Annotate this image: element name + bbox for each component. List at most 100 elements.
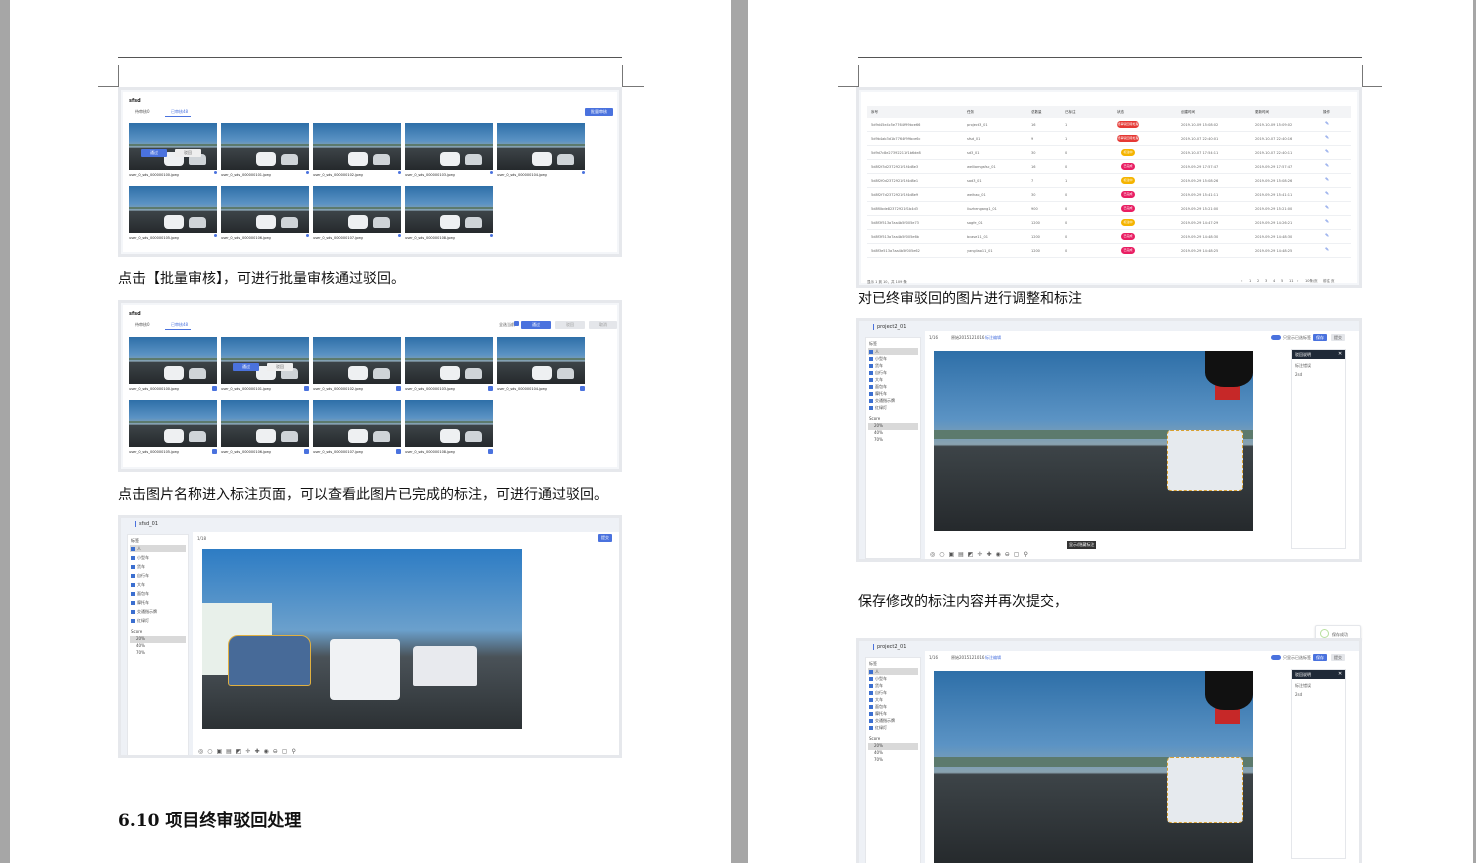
image-checkbox[interactable] [580, 386, 585, 391]
score-option[interactable]: 70% [874, 757, 883, 762]
pager-item[interactable]: 1 [1249, 279, 1251, 283]
label-item[interactable]: 红绿灯 [131, 618, 149, 624]
label-item[interactable]: 货车 [869, 683, 883, 689]
pager-item[interactable]: 3 [1265, 279, 1267, 283]
image-thumbnail[interactable]: 通过 驳回 [221, 337, 309, 384]
edit-icon[interactable]: ✎ [1325, 219, 1329, 225]
image-thumbnail[interactable] [313, 400, 401, 447]
save-button[interactable]: 保存 [1313, 334, 1327, 341]
pass-button[interactable]: 通过 [141, 149, 167, 157]
image-filename[interactable]: user_0_sds_000000104.jpeg [497, 173, 547, 177]
image-filename[interactable]: user_0_sds_000000106.jpeg [221, 236, 271, 240]
annotation-image[interactable] [934, 671, 1253, 863]
image-checkbox[interactable] [488, 449, 493, 454]
image-filename[interactable]: user_0_sds_000000107.jpeg [313, 236, 363, 240]
row-id[interactable]: 5d8f3f513a7aa4b5f005e73 [871, 221, 919, 225]
row-id[interactable]: 5d8f2f3d2372921f1f4d8e3 [871, 165, 918, 169]
image-filename[interactable]: user_0_sds_000000105.jpeg [129, 236, 179, 240]
image-filename[interactable]: user_0_sds_000000100.jpeg [129, 173, 179, 177]
label-item[interactable]: 自行车 [869, 690, 887, 696]
image-checkbox[interactable] [396, 449, 401, 454]
edit-icon[interactable]: ✎ [1325, 191, 1329, 197]
label-item[interactable]: 小型车 [869, 356, 887, 362]
score-option[interactable]: 20% [874, 743, 883, 748]
pager-item[interactable]: › [1297, 279, 1298, 283]
annotation-image[interactable] [202, 549, 522, 729]
table-row[interactable]: 5d8f2f3d2372921f1f4d8e3 welliamgsfsc_01 16… [867, 160, 1351, 174]
score-option[interactable]: 40% [874, 430, 883, 435]
label-item[interactable]: 货车 [869, 363, 883, 369]
label-item[interactable]: 红绿灯 [869, 725, 887, 731]
close-icon[interactable]: ✕ [1338, 671, 1342, 677]
label-item[interactable]: 面包车 [131, 591, 149, 597]
label-item[interactable]: 摩托车 [869, 391, 887, 397]
score-option[interactable]: 40% [874, 750, 883, 755]
image-filename[interactable]: user_0_sds_000000101.jpeg [221, 173, 271, 177]
image-thumbnail[interactable] [221, 123, 309, 170]
pager-item[interactable]: ‹ [1241, 279, 1242, 283]
annotated-car[interactable] [1166, 756, 1244, 824]
row-id[interactable]: 5d8f0bde82372921f1b4d3 [871, 207, 918, 211]
image-thumbnail[interactable] [405, 186, 493, 233]
edit-icon[interactable]: ✎ [1325, 149, 1329, 155]
table-row[interactable]: 5d9d45e4c5e7764f99bce66 project3_01 16 1 终审驳… [867, 118, 1351, 132]
pager-item[interactable]: 4 [1273, 279, 1275, 283]
label-item[interactable]: 面包车 [869, 704, 887, 710]
image-filename[interactable]: user_0_sds_000000104.jpeg [497, 387, 547, 391]
image-filename[interactable]: user_0_sds_000000108.jpeg [405, 236, 455, 240]
image-thumbnail[interactable]: 通过 驳回 [129, 123, 217, 170]
label-item[interactable]: 大车 [131, 582, 145, 588]
image-filename[interactable]: user_0_sds_000000103.jpeg [405, 387, 455, 391]
image-thumbnail[interactable] [129, 400, 217, 447]
pager-item[interactable]: 10条/页 [1305, 279, 1318, 284]
annotation-toolbar[interactable]: ◎○▣▤◩✛✚◉⊖▢⚲ [198, 748, 300, 755]
table-row[interactable]: 5d8f3f513a7aa4b5f005e6b bcase11_01 1200 0 已完… [867, 230, 1351, 244]
row-id[interactable]: 5d8f3f513a7aa4b5f005e6b [871, 235, 919, 239]
label-item[interactable]: 货车 [131, 564, 145, 570]
label-item[interactable]: 摩托车 [131, 600, 149, 606]
pager-item[interactable]: 11 [1289, 279, 1293, 283]
submit-button[interactable]: 提交 [598, 534, 612, 542]
image-checkbox[interactable] [396, 386, 401, 391]
annotated-car[interactable] [227, 635, 311, 686]
image-file[interactable]: 原始2015121016 [951, 335, 984, 341]
show-selected-toggle[interactable] [1271, 335, 1281, 340]
label-item[interactable]: 面包车 [869, 384, 887, 390]
image-filename[interactable]: user_0_sds_000000105.jpeg [129, 450, 179, 454]
image-thumbnail[interactable] [405, 123, 493, 170]
image-filename[interactable]: user_0_sds_000000101.jpeg [221, 387, 271, 391]
annotation-image[interactable] [934, 351, 1253, 531]
image-filename[interactable]: user_0_sds_000000107.jpeg [313, 450, 363, 454]
image-thumbnail[interactable] [405, 337, 493, 384]
row-id[interactable]: 5d8f3e513a7aa4b5f005e62 [871, 249, 920, 253]
image-nav[interactable]: 1/16 [929, 655, 938, 660]
image-filename[interactable]: user_0_sds_000000106.jpeg [221, 450, 271, 454]
show-selected-toggle[interactable] [1271, 655, 1281, 660]
label-item[interactable]: 交通指示牌 [131, 609, 157, 615]
label-item[interactable]: 人 [131, 546, 141, 552]
row-id[interactable]: 5d9d7c8e27392211f1b6de8 [871, 151, 921, 155]
image-filename[interactable]: user_0_sds_000000108.jpeg [405, 450, 455, 454]
annotation-toolbar[interactable]: ◎○▣▤◩✛✚◉⊖▢⚲ [930, 551, 1032, 558]
pager-item[interactable]: 页 [1331, 279, 1335, 284]
image-checkbox[interactable] [488, 386, 493, 391]
close-icon[interactable]: ✕ [1338, 351, 1342, 357]
score-option[interactable]: 70% [874, 437, 883, 442]
image-thumbnail[interactable] [313, 337, 401, 384]
image-thumbnail[interactable] [405, 400, 493, 447]
image-filename[interactable]: user_0_sds_000000100.jpeg [129, 387, 179, 391]
pagination[interactable]: ‹ 1 2 3 4 5 11 › 10条/页 前往页 [1241, 278, 1356, 285]
edit-icon[interactable]: ✎ [1325, 135, 1329, 141]
reject-button[interactable]: 驳回 [267, 363, 293, 371]
table-row[interactable]: 5d8f3f513a7aa4b5f005e73 sagfe_01 1200 0 标注中 2… [867, 216, 1351, 230]
reject-button[interactable]: 驳回 [175, 149, 201, 157]
edit-icon[interactable]: ✎ [1325, 233, 1329, 239]
table-row[interactable]: 5d8f3e513a7aa4b5f005e62 yangliao11_01 1200… [867, 244, 1351, 258]
label-item[interactable]: 大车 [869, 697, 883, 703]
image-checkbox[interactable] [212, 386, 217, 391]
score-option[interactable]: 40% [136, 643, 145, 648]
label-item[interactable]: 人 [869, 669, 879, 675]
label-item[interactable]: 交通指示牌 [869, 398, 895, 404]
row-id[interactable]: 5d8f2f7d2372921f1f4d8e9 [871, 193, 918, 197]
edit-icon[interactable]: ✎ [1325, 205, 1329, 211]
